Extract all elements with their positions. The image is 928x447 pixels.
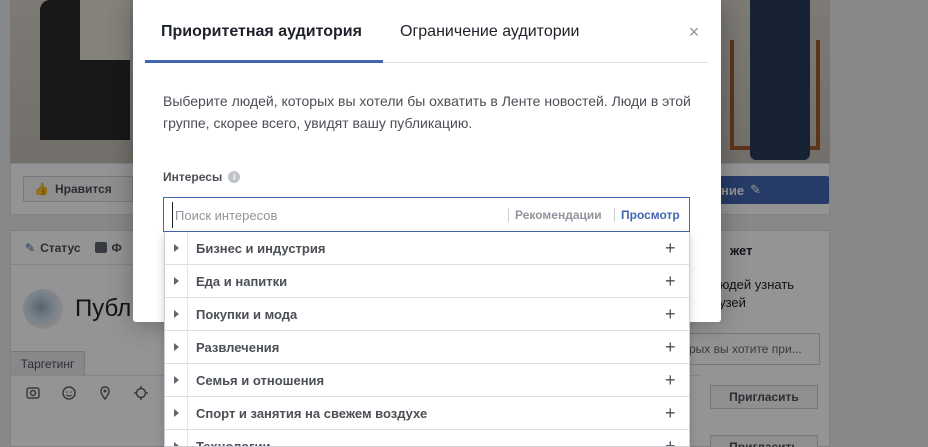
- caret-right-icon[interactable]: [174, 442, 179, 446]
- interests-label: Интересы i: [163, 170, 241, 184]
- caret-right-icon[interactable]: [174, 310, 179, 318]
- list-item[interactable]: Покупки и мода +: [165, 298, 689, 331]
- recommendations-link[interactable]: Рекомендации: [508, 208, 602, 222]
- plus-icon[interactable]: +: [665, 272, 676, 290]
- list-item[interactable]: Бизнес и индустрия +: [165, 232, 689, 265]
- plus-icon[interactable]: +: [665, 338, 676, 356]
- interests-search-input[interactable]: [172, 202, 492, 228]
- close-icon[interactable]: ×: [686, 23, 702, 41]
- dialog-tabs: Приоритетная аудитория Ограничение аудит…: [145, 0, 708, 63]
- list-item[interactable]: Еда и напитки +: [165, 265, 689, 298]
- plus-icon[interactable]: +: [665, 404, 676, 422]
- plus-icon[interactable]: +: [665, 239, 676, 257]
- tab-priority-audience[interactable]: Приоритетная аудитория: [161, 0, 362, 63]
- list-item[interactable]: Семья и отношения +: [165, 364, 689, 397]
- caret-right-icon[interactable]: [174, 244, 179, 252]
- browse-link[interactable]: Просмотр: [614, 208, 680, 222]
- info-icon[interactable]: i: [228, 171, 241, 183]
- plus-icon[interactable]: +: [665, 371, 676, 389]
- list-item[interactable]: Развлечения +: [165, 331, 689, 364]
- list-item[interactable]: Спорт и занятия на свежем воздухе +: [165, 397, 689, 430]
- caret-right-icon[interactable]: [174, 376, 179, 384]
- caret-right-icon[interactable]: [174, 409, 179, 417]
- interests-search-box: Рекомендации Просмотр: [163, 197, 690, 232]
- caret-right-icon[interactable]: [174, 277, 179, 285]
- list-item[interactable]: Технологии +: [165, 430, 689, 446]
- caret-right-icon[interactable]: [174, 343, 179, 351]
- dialog-description: Выберите людей, которых вы хотели бы охв…: [163, 93, 691, 131]
- active-tab-indicator: [145, 60, 383, 63]
- plus-icon[interactable]: +: [665, 305, 676, 323]
- tab-audience-restriction[interactable]: Ограничение аудитории: [400, 0, 579, 63]
- plus-icon[interactable]: +: [665, 437, 676, 446]
- interests-category-list: Бизнес и индустрия + Еда и напитки + Пок…: [164, 232, 690, 447]
